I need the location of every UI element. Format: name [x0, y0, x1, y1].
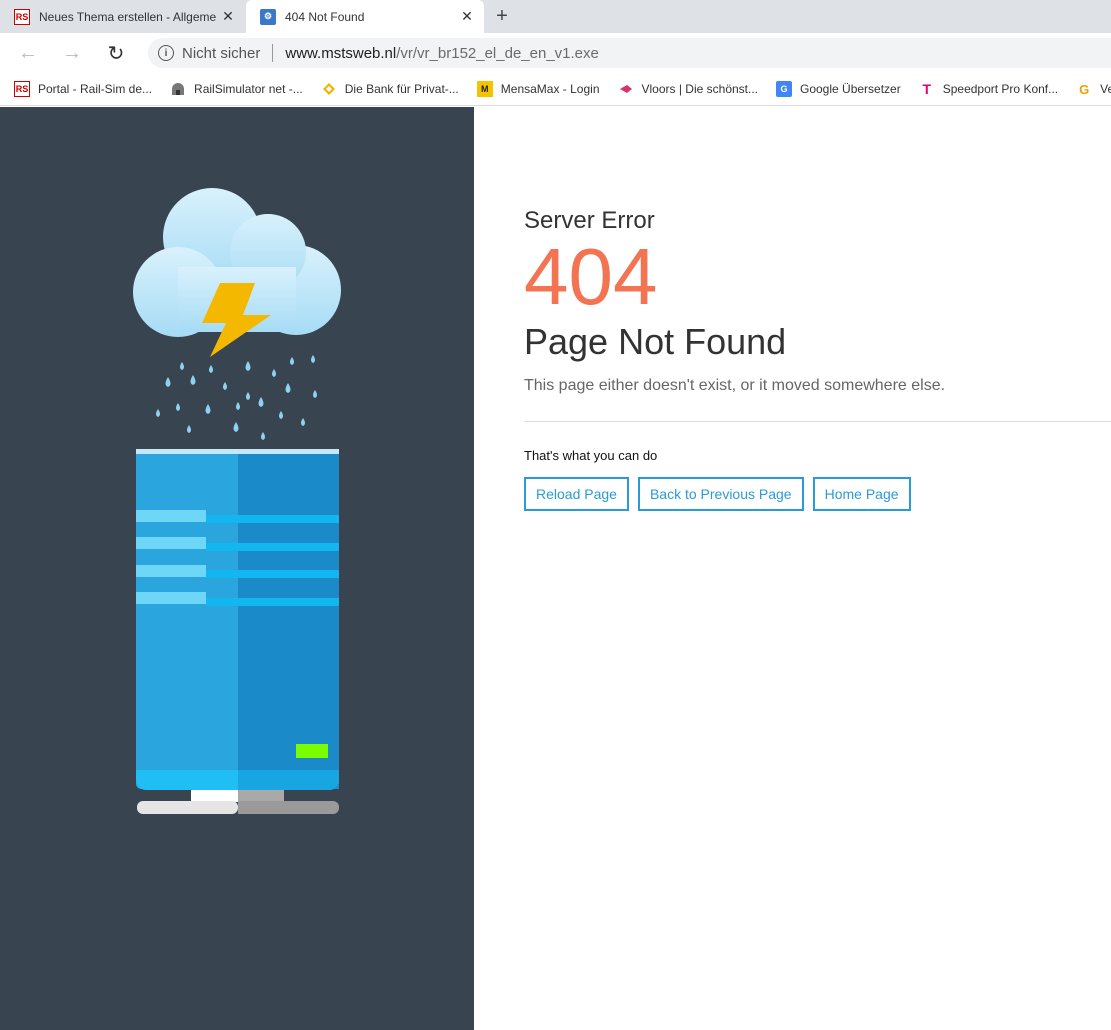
error-content: Server Error 404 Page Not Found This pag… [524, 207, 1111, 511]
bookmark-label: Die Bank für Privat-... [344, 82, 459, 96]
address-bar[interactable]: i Nicht sicher www.mstsweb.nl/vr/vr_br15… [148, 38, 1111, 68]
home-page-button[interactable]: Home Page [812, 477, 911, 511]
reload-icon[interactable]: ↻ [102, 39, 130, 67]
diamond-icon [321, 81, 337, 97]
bookmark-portal[interactable]: RS Portal - Rail-Sim de... [14, 81, 152, 97]
error-description: This page either doesn't exist, or it mo… [524, 377, 946, 394]
gear-favicon-icon: ⚙ [260, 8, 276, 25]
forward-arrow-icon[interactable]: → [58, 39, 86, 67]
bookmark-label: Google Übersetzer [800, 82, 901, 96]
bookmark-google-uebersetzer[interactable]: G Google Übersetzer [776, 81, 901, 97]
bookmark-vloors[interactable]: Vloors | Die schönst... [618, 81, 759, 97]
chevron-icon [618, 81, 634, 97]
g-icon: G [1079, 81, 1090, 97]
info-icon[interactable]: i [158, 45, 174, 61]
bookmark-label: Speedport Pro Konf... [942, 82, 1059, 96]
url-path[interactable]: /vr/vr_br152_el_de_en_v1.exe [396, 45, 599, 62]
bookmarks-bar: RS Portal - Rail-Sim de... RailSimulator… [0, 73, 1111, 106]
error-code: 404 [524, 232, 658, 321]
address-separator [272, 44, 274, 62]
google-translate-icon: G [776, 81, 792, 97]
back-arrow-icon[interactable]: ← [14, 39, 42, 67]
server-tower-icon [136, 449, 339, 814]
back-to-previous-page-button[interactable]: Back to Previous Page [637, 477, 804, 511]
tab-title: 404 Not Found [285, 9, 365, 24]
bookmark-railsimulator[interactable]: RailSimulator net -... [170, 81, 303, 97]
url-host[interactable]: www.mstsweb.nl [285, 45, 396, 62]
close-tab-icon[interactable]: ✕ [458, 8, 476, 26]
rs-bookmark-icon: RS [14, 81, 30, 97]
page-title: Page Not Found [524, 321, 787, 362]
bookmark-speedport[interactable]: T Speedport Pro Konf... [919, 81, 1058, 97]
bookmark-label: Portal - Rail-Sim de... [38, 82, 153, 96]
close-tab-icon[interactable]: ✕ [219, 8, 237, 26]
bookmark-label: RailSimulator net -... [194, 82, 303, 96]
bookmark-label: Verd [1100, 82, 1111, 96]
divider [524, 421, 1111, 422]
actions-heading: That's what you can do [524, 448, 658, 463]
tab-neues-thema[interactable]: RS Neues Thema erstellen - Allgeme ✕ [0, 0, 245, 33]
server-storm-illustration [133, 188, 341, 814]
illustration-panel [0, 107, 474, 1030]
reload-page-button[interactable]: Reload Page [524, 477, 629, 511]
rain-drops [156, 355, 317, 440]
server-error-label: Server Error [524, 207, 655, 234]
tab-strip: RS Neues Thema erstellen - Allgeme ✕ ⚙ 4… [0, 0, 1111, 33]
toolbar: ← → ↻ i Nicht sicher www.mstsweb.nl/vr/v… [0, 33, 1111, 73]
rs-favicon-icon: RS [14, 8, 30, 25]
action-buttons: Reload Page Back to Previous Page Home P… [524, 477, 1111, 511]
telekom-icon: T [922, 81, 931, 97]
new-tab-button[interactable]: + [490, 4, 514, 28]
page-body: Server Error 404 Page Not Found This pag… [0, 107, 1111, 1030]
mensamax-icon: M [476, 81, 493, 97]
bookmark-die-bank[interactable]: Die Bank für Privat-... [321, 81, 459, 97]
tab-404[interactable]: ⚙ 404 Not Found ✕ [246, 0, 484, 33]
security-status[interactable]: Nicht sicher [182, 45, 260, 62]
bookmark-label: Vloors | Die schönst... [641, 82, 759, 96]
tab-title: Neues Thema erstellen - Allgeme [39, 9, 217, 24]
bookmark-mensamax[interactable]: M MensaMax - Login [476, 81, 600, 97]
tunnel-icon [170, 81, 186, 97]
bookmark-verd[interactable]: G Verd [1076, 81, 1111, 97]
bookmark-label: MensaMax - Login [500, 82, 600, 96]
